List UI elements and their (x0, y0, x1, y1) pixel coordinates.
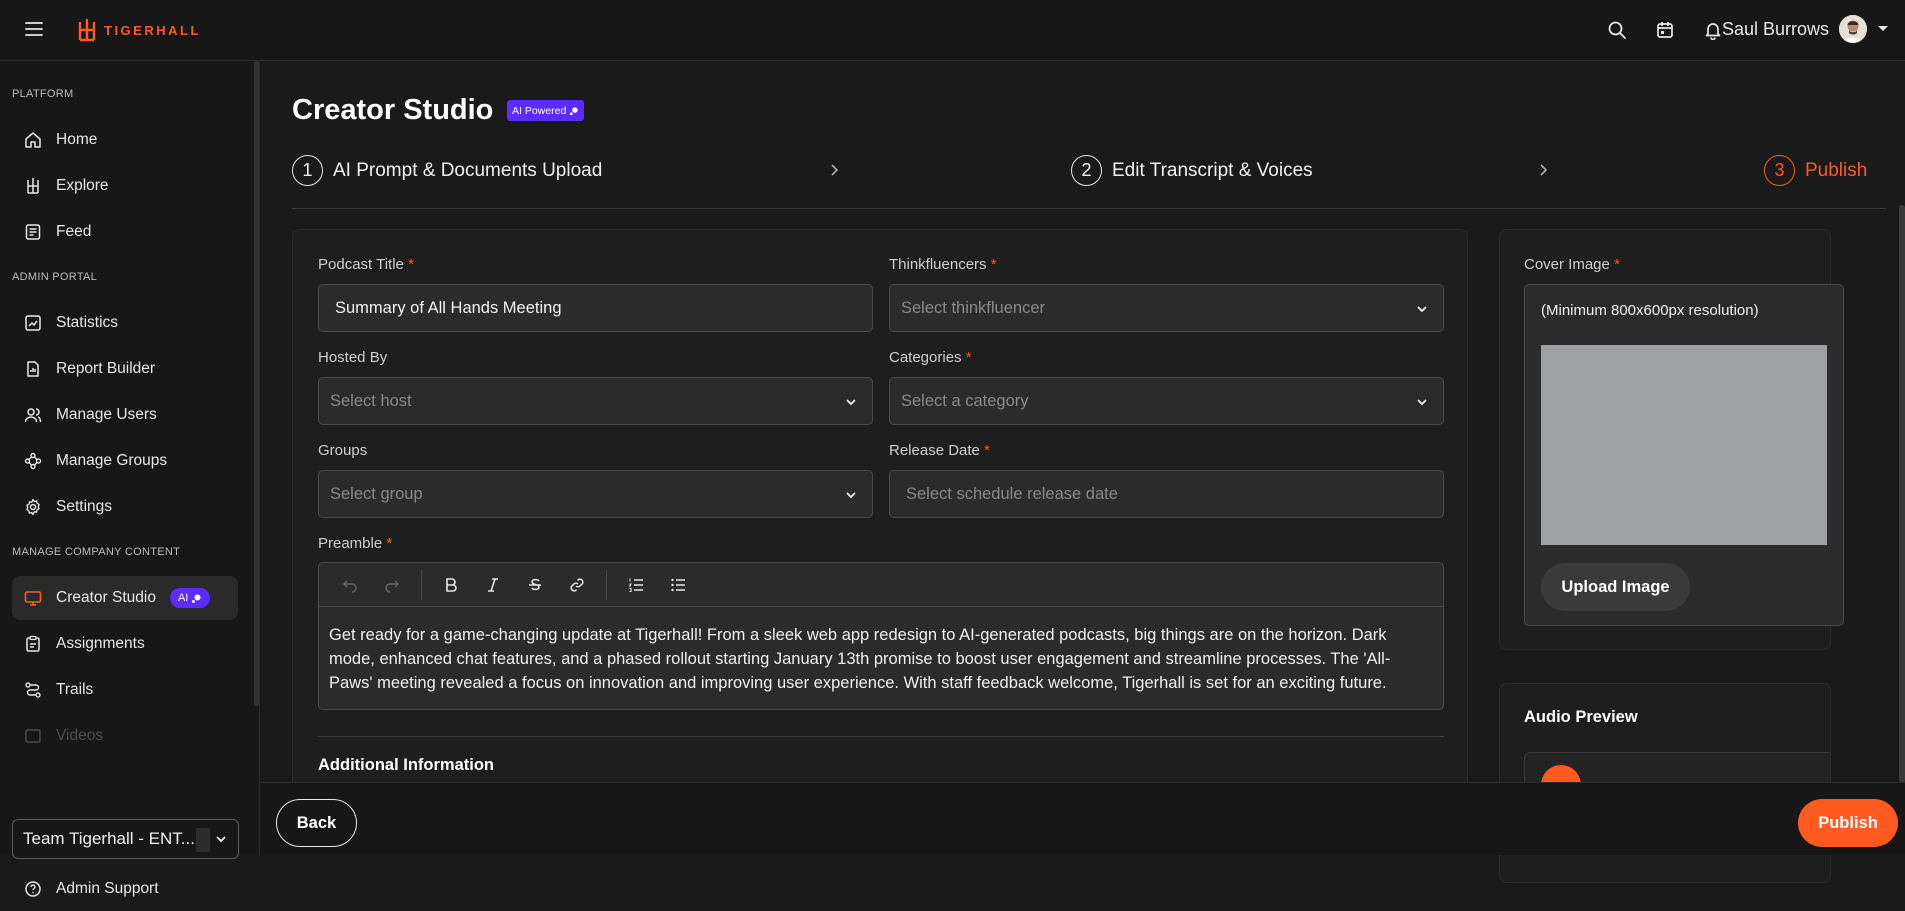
explore-icon (27, 178, 39, 194)
podcast-title-input[interactable]: Summary of All Hands Meeting (318, 284, 873, 332)
step-publish[interactable]: 3 Publish (1764, 155, 1867, 186)
release-date-label: Release Date * (889, 442, 990, 459)
sidebar-item-feed[interactable]: Feed (12, 210, 238, 254)
back-button[interactable]: Back (276, 799, 357, 847)
group-select[interactable]: Select group (318, 470, 873, 518)
bottom-action-bar: Back Publish (261, 782, 1905, 855)
ai-powered-badge: AI Powered (507, 100, 585, 121)
sidebar-item-manage-users[interactable]: Manage Users (12, 393, 238, 437)
chevron-down-icon (216, 836, 226, 843)
sidebar-item-manage-groups[interactable]: Manage Groups (12, 439, 238, 483)
italic-icon[interactable] (472, 569, 514, 601)
podcast-title-label: Podcast Title * (318, 256, 414, 273)
brand-name: TIGERHALL (104, 22, 201, 38)
home-icon (25, 132, 41, 148)
groups-icon (24, 452, 42, 470)
sidebar-item-settings[interactable]: Settings (12, 485, 238, 529)
sidebar-item-statistics[interactable]: Statistics (12, 301, 238, 345)
cover-image-label: Cover Image * (1524, 256, 1620, 273)
cover-image-preview (1541, 345, 1827, 545)
sidebar-item-creator-studio[interactable]: Creator Studio AI (12, 576, 238, 620)
sidebar-item-videos[interactable]: Videos (12, 714, 238, 758)
host-select[interactable]: Select host (318, 377, 873, 425)
feed-icon (25, 224, 41, 240)
sidebar-item-admin-support[interactable]: Admin Support (12, 867, 238, 911)
chevron-down-icon (1417, 399, 1427, 406)
cover-image-dropzone[interactable]: (Minimum 800x600px resolution) Upload Im… (1524, 284, 1844, 626)
chevron-down-icon (846, 399, 856, 406)
redo-icon[interactable] (371, 569, 413, 601)
thinkfluencers-label: Thinkfluencers * (889, 256, 997, 273)
avatar (1839, 15, 1867, 43)
release-date-input[interactable]: Select schedule release date (889, 470, 1444, 518)
report-icon (27, 361, 39, 377)
top-bar: TIGERHALL Saul Burrows (0, 0, 1905, 61)
monitor-icon (24, 591, 42, 606)
stepper: 1 AI Prompt & Documents Upload 2 Edit Tr… (292, 155, 1886, 209)
categories-label: Categories * (889, 349, 972, 366)
menu-icon[interactable] (24, 19, 44, 39)
ordered-list-icon[interactable] (615, 569, 657, 601)
sparkle-icon (192, 594, 201, 603)
undo-icon[interactable] (329, 569, 371, 601)
sidebar-item-trails[interactable]: Trails (12, 668, 238, 712)
audio-preview-title: Audio Preview (1524, 708, 1638, 726)
trails-icon (25, 682, 41, 698)
user-name: Saul Burrows (1721, 18, 1829, 39)
editor-toolbar (319, 563, 1443, 607)
ai-badge: AI (169, 588, 211, 608)
chevron-right-icon (1540, 164, 1548, 176)
video-icon (25, 729, 41, 743)
users-icon (24, 408, 42, 423)
user-menu[interactable]: Saul Burrows (1722, 15, 1889, 43)
thinkfluencers-select[interactable]: Select thinkfluencer (889, 284, 1444, 332)
chevron-down-icon (1417, 306, 1427, 313)
publish-button[interactable]: Publish (1798, 799, 1898, 847)
preamble-editor[interactable]: Get ready for a game-changing update at … (318, 562, 1444, 710)
chevron-down-icon (846, 492, 856, 499)
logo[interactable]: TIGERHALL (78, 18, 201, 42)
gear-icon (26, 498, 40, 516)
bold-icon[interactable] (430, 569, 472, 601)
chevron-right-icon (831, 164, 839, 176)
cover-image-card: Cover Image * (Minimum 800x600px resolut… (1499, 229, 1844, 650)
clipboard-icon (26, 635, 40, 652)
sidebar-item-assignments[interactable]: Assignments (12, 622, 238, 666)
additional-information-heading: Additional Information (318, 756, 494, 774)
link-icon[interactable] (556, 569, 598, 601)
section-manage-company-content: MANAGE COMPANY CONTENT (12, 546, 181, 558)
help-icon (25, 881, 41, 897)
sidebar-item-home[interactable]: Home (12, 118, 238, 162)
search-icon[interactable] (1605, 18, 1629, 42)
chevron-down-icon (1878, 26, 1888, 31)
category-select[interactable]: Select a category (889, 377, 1444, 425)
statistics-icon (25, 315, 41, 331)
groups-label: Groups (318, 442, 368, 459)
upload-image-button[interactable]: Upload Image (1541, 563, 1690, 611)
sidebar-item-report-builder[interactable]: Report Builder (12, 347, 238, 391)
section-platform: PLATFORM (12, 88, 74, 100)
tigerhall-logo-icon (78, 19, 96, 42)
sparkle-icon (570, 106, 578, 115)
cover-image-hint: (Minimum 800x600px resolution) (1541, 302, 1759, 319)
step-edit-transcript[interactable]: 2 Edit Transcript & Voices (1071, 155, 1313, 186)
step-prompt-upload[interactable]: 1 AI Prompt & Documents Upload (292, 155, 602, 186)
calendar-icon[interactable] (1653, 18, 1677, 42)
preamble-label: Preamble * (318, 535, 393, 552)
bullet-list-icon[interactable] (657, 569, 699, 601)
section-admin-portal: ADMIN PORTAL (12, 271, 98, 283)
strikethrough-icon[interactable] (514, 569, 556, 601)
sidebar-item-explore[interactable]: Explore (12, 164, 238, 208)
hosted-by-label: Hosted By (318, 349, 388, 366)
divider (318, 736, 1444, 737)
preamble-text[interactable]: Get ready for a game-changing update at … (319, 607, 1443, 695)
sidebar: PLATFORM Home Explore Feed ADMIN PORTAL … (0, 61, 260, 897)
main-scrollbar[interactable] (1899, 205, 1905, 783)
sidebar-scrollbar[interactable] (254, 61, 259, 706)
podcast-form: Podcast Title * Summary of All Hands Mee… (292, 229, 1468, 855)
page-title: Creator Studio (292, 94, 494, 126)
main-content: Creator Studio AI Powered 1 AI Prompt & … (261, 61, 1905, 883)
team-select[interactable]: Team Tigerhall - ENT... (12, 819, 239, 859)
